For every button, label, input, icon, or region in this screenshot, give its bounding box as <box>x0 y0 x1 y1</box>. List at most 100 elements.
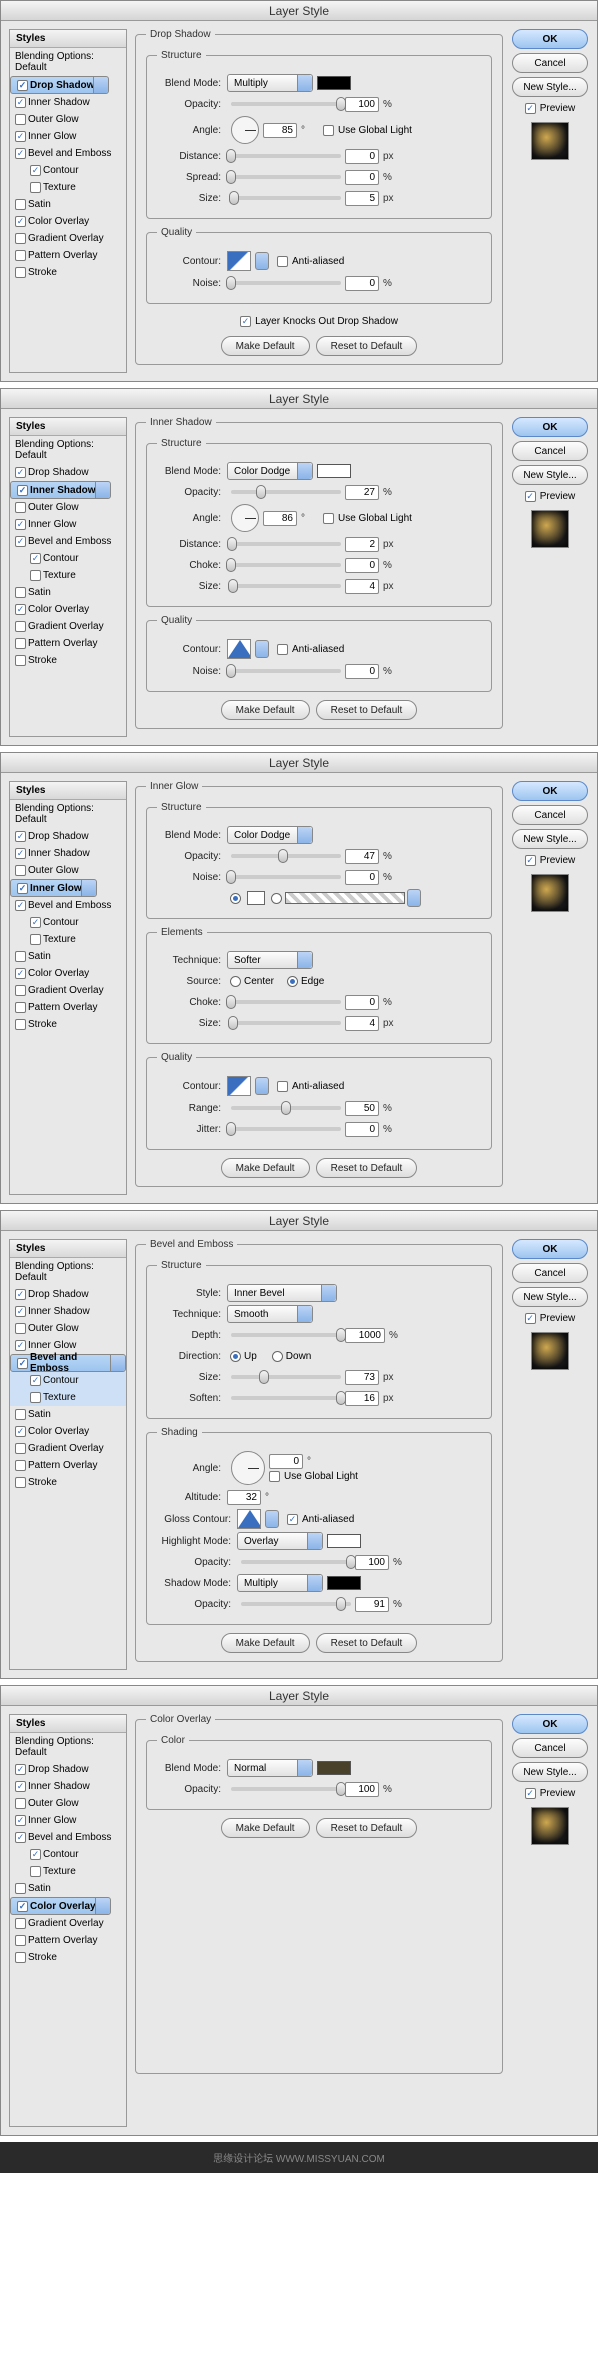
checkbox-drop-shadow[interactable] <box>15 831 26 842</box>
color-source-radio[interactable] <box>230 893 241 904</box>
sidebar-item-pattern-overlay[interactable]: Pattern Overlay <box>10 635 126 652</box>
reset-default-button[interactable]: Reset to Default <box>316 1158 418 1178</box>
checkbox-satin[interactable] <box>15 1409 26 1420</box>
make-default-button[interactable]: Make Default <box>221 1158 310 1178</box>
sidebar-item-gradient-overlay[interactable]: Gradient Overlay <box>10 230 126 247</box>
sidebar-item-texture[interactable]: Texture <box>10 179 126 196</box>
sidebar-item-stroke[interactable]: Stroke <box>10 1474 126 1491</box>
opacity-slider[interactable] <box>231 854 341 858</box>
direction-up-radio[interactable] <box>230 1351 241 1362</box>
checkbox-contour[interactable] <box>30 917 41 928</box>
source-center-radio[interactable] <box>230 976 241 987</box>
checkbox-satin[interactable] <box>15 1883 26 1894</box>
cancel-button[interactable]: Cancel <box>512 1738 588 1758</box>
size-slider[interactable] <box>231 584 341 588</box>
sidebar-item-bevel[interactable]: Bevel and Emboss <box>10 897 126 914</box>
glow-color-swatch[interactable] <box>247 891 265 905</box>
sidebar-item-stroke[interactable]: Stroke <box>10 1016 126 1033</box>
sidebar-item-texture[interactable]: Texture <box>10 567 126 584</box>
opacity-input[interactable]: 47 <box>345 849 379 864</box>
sidebar-item-inner-glow[interactable]: Inner Glow <box>10 1812 126 1829</box>
contour-dropdown[interactable] <box>255 1077 269 1095</box>
ok-button[interactable]: OK <box>512 1714 588 1734</box>
contour-dropdown[interactable] <box>255 252 269 270</box>
technique-select[interactable]: Softer <box>227 951 313 969</box>
contour-picker[interactable] <box>227 251 251 271</box>
sidebar-item-satin[interactable]: Satin <box>10 196 126 213</box>
preview-checkbox[interactable] <box>525 1313 536 1324</box>
styles-header[interactable]: Styles <box>10 1715 126 1733</box>
checkbox-satin[interactable] <box>15 951 26 962</box>
checkbox-contour[interactable] <box>30 553 41 564</box>
opacity-slider[interactable] <box>231 490 341 494</box>
angle-input[interactable]: 0 <box>269 1454 303 1469</box>
sidebar-item-outer-glow[interactable]: Outer Glow <box>10 499 126 516</box>
size-slider[interactable] <box>231 1375 341 1379</box>
gloss-contour-picker[interactable] <box>237 1509 261 1529</box>
sidebar-item-bevel[interactable]: Bevel and Emboss <box>10 1354 126 1372</box>
global-light-checkbox[interactable] <box>323 513 334 524</box>
sidebar-item-bevel[interactable]: Bevel and Emboss <box>10 533 126 550</box>
overlay-color-swatch[interactable] <box>317 1761 351 1775</box>
glow-gradient[interactable] <box>285 892 405 904</box>
styles-header[interactable]: Styles <box>10 418 126 436</box>
checkbox-outer-glow[interactable] <box>15 114 26 125</box>
cancel-button[interactable]: Cancel <box>512 805 588 825</box>
sidebar-item-color-overlay[interactable]: Color Overlay <box>10 213 126 230</box>
sidebar-item-inner-shadow[interactable]: Inner Shadow <box>10 845 126 862</box>
sidebar-item-texture[interactable]: Texture <box>10 1863 126 1880</box>
checkbox-stroke[interactable] <box>15 1019 26 1030</box>
sidebar-item-texture[interactable]: Texture <box>10 1389 126 1406</box>
sidebar-item-inner-glow[interactable]: Inner Glow <box>10 128 126 145</box>
new-style-button[interactable]: New Style... <box>512 77 588 97</box>
checkbox-stroke[interactable] <box>15 1477 26 1488</box>
noise-slider[interactable] <box>231 669 341 673</box>
anti-alias-checkbox[interactable] <box>277 256 288 267</box>
shadow-mode-select[interactable]: Multiply <box>237 1574 323 1592</box>
preview-checkbox[interactable] <box>525 1788 536 1799</box>
sidebar-item-pattern-overlay[interactable]: Pattern Overlay <box>10 247 126 264</box>
styles-header[interactable]: Styles <box>10 782 126 800</box>
highlight-opacity-input[interactable]: 100 <box>355 1555 389 1570</box>
ok-button[interactable]: OK <box>512 1239 588 1259</box>
shadow-opacity-slider[interactable] <box>241 1602 351 1606</box>
checkbox-drop-shadow[interactable] <box>15 1289 26 1300</box>
sidebar-item-blending[interactable]: Blending Options: Default <box>10 48 126 76</box>
choke-slider[interactable] <box>231 1000 341 1004</box>
soften-input[interactable]: 16 <box>345 1391 379 1406</box>
sidebar-item-gradient-overlay[interactable]: Gradient Overlay <box>10 1915 126 1932</box>
blend-color-swatch[interactable] <box>317 464 351 478</box>
checkbox-inner-shadow[interactable] <box>15 1306 26 1317</box>
sidebar-item-pattern-overlay[interactable]: Pattern Overlay <box>10 999 126 1016</box>
sidebar-item-outer-glow[interactable]: Outer Glow <box>10 1795 126 1812</box>
make-default-button[interactable]: Make Default <box>221 700 310 720</box>
anti-alias-checkbox[interactable] <box>277 644 288 655</box>
sidebar-item-blending[interactable]: Blending Options: Default <box>10 1733 126 1761</box>
sidebar-item-bevel[interactable]: Bevel and Emboss <box>10 1829 126 1846</box>
knocks-out-checkbox[interactable] <box>240 316 251 327</box>
checkbox-inner-glow[interactable] <box>15 519 26 530</box>
global-light-checkbox[interactable] <box>323 125 334 136</box>
sidebar-item-contour[interactable]: Contour <box>10 550 126 567</box>
sidebar-item-stroke[interactable]: Stroke <box>10 264 126 281</box>
checkbox-gradient-overlay[interactable] <box>15 1443 26 1454</box>
blend-mode-select[interactable]: Normal <box>227 1759 313 1777</box>
reset-default-button[interactable]: Reset to Default <box>316 1818 418 1838</box>
sidebar-item-outer-glow[interactable]: Outer Glow <box>10 111 126 128</box>
checkbox-bevel[interactable] <box>15 1832 26 1843</box>
sidebar-item-inner-shadow[interactable]: Inner Shadow <box>10 1778 126 1795</box>
checkbox-inner-glow[interactable] <box>15 1340 26 1351</box>
spread-slider[interactable] <box>231 175 341 179</box>
cancel-button[interactable]: Cancel <box>512 441 588 461</box>
sidebar-item-drop-shadow[interactable]: Drop Shadow <box>10 828 126 845</box>
checkbox-inner-glow[interactable] <box>15 131 26 142</box>
noise-slider[interactable] <box>231 281 341 285</box>
preview-checkbox[interactable] <box>525 855 536 866</box>
sidebar-item-color-overlay[interactable]: Color Overlay <box>10 965 126 982</box>
sidebar-item-bevel[interactable]: Bevel and Emboss <box>10 145 126 162</box>
checkbox-texture[interactable] <box>30 1866 41 1877</box>
cancel-button[interactable]: Cancel <box>512 1263 588 1283</box>
sidebar-item-satin[interactable]: Satin <box>10 584 126 601</box>
sidebar-item-stroke[interactable]: Stroke <box>10 652 126 669</box>
sidebar-item-pattern-overlay[interactable]: Pattern Overlay <box>10 1932 126 1949</box>
